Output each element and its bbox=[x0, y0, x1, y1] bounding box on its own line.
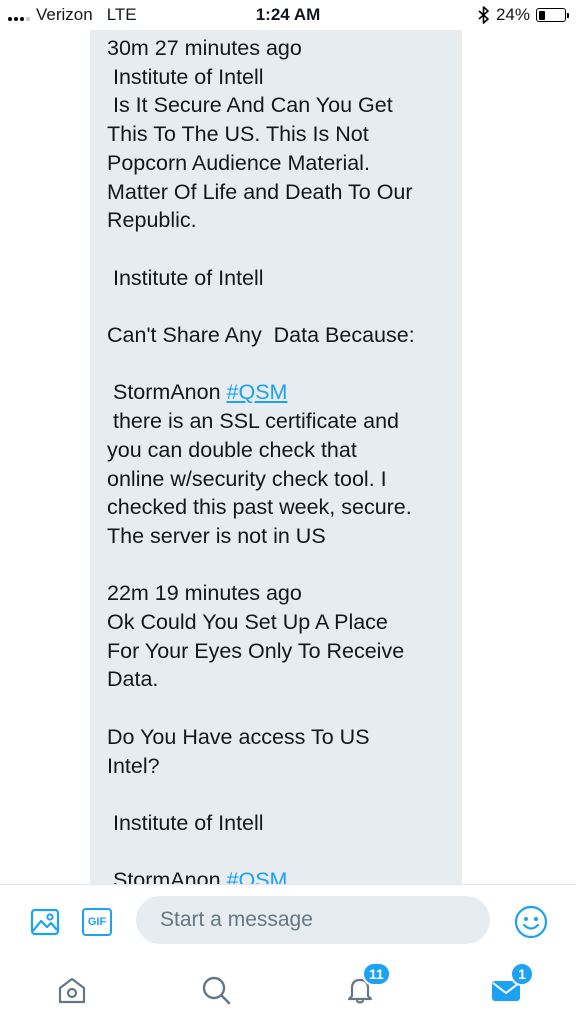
message-composer: GIF Start a message bbox=[0, 884, 576, 958]
message-paragraph: StormAnon #QSM there is an SSL certifica… bbox=[107, 378, 446, 550]
gif-icon: GIF bbox=[82, 908, 112, 936]
message-line: Do You Have access To US bbox=[107, 724, 370, 749]
message-thread[interactable]: 30m 27 minutes ago Institute of Intell I… bbox=[0, 30, 576, 886]
battery-fill bbox=[538, 10, 545, 20]
message-line: Institute of Intell bbox=[107, 265, 264, 290]
message-line: 30m 27 minutes ago bbox=[107, 36, 302, 60]
battery-percent: 24% bbox=[495, 5, 530, 24]
home-icon bbox=[58, 977, 86, 1004]
message-paragraph: Can't Share Any Data Because: bbox=[107, 321, 446, 350]
message-line: there is an SSL certificate and bbox=[107, 409, 400, 434]
notifications-badge: 11 bbox=[362, 962, 391, 986]
message-input-placeholder: Start a message bbox=[160, 908, 313, 931]
hashtag-link[interactable]: #QSM bbox=[227, 380, 288, 404]
message-bubble[interactable]: 30m 27 minutes ago Institute of Intell I… bbox=[90, 30, 462, 886]
message-line: Can't Share Any Data Because: bbox=[107, 323, 415, 347]
message-line: Popcorn Audience Material. bbox=[107, 150, 370, 175]
message-line: you can double check that bbox=[107, 437, 357, 462]
message-paragraph: 30m 27 minutes ago Institute of Intell I… bbox=[107, 34, 446, 235]
messages-badge: 1 bbox=[510, 962, 534, 986]
tab-home[interactable] bbox=[54, 972, 90, 1008]
battery-icon bbox=[536, 8, 569, 22]
message-line: Intel? bbox=[107, 753, 160, 778]
message-line: checked this past week, secure. bbox=[107, 495, 412, 520]
photo-icon[interactable] bbox=[28, 905, 62, 939]
gif-button[interactable]: GIF bbox=[80, 905, 114, 939]
message-line: online w/security check tool. I bbox=[107, 466, 387, 491]
search-icon bbox=[202, 976, 231, 1005]
tab-search[interactable] bbox=[198, 972, 234, 1008]
message-line: Data. bbox=[107, 667, 159, 692]
message-line: Matter Of Life and Death To Our bbox=[107, 179, 413, 204]
message-line: 22m 19 minutes ago bbox=[107, 581, 302, 606]
message-paragraph: 22m 19 minutes ago Ok Could You Set Up A … bbox=[107, 579, 446, 694]
message-input[interactable]: Start a message bbox=[136, 896, 490, 944]
message-line: For Your Eyes Only To Receive bbox=[107, 638, 405, 663]
message-line: The server is not in US bbox=[107, 523, 326, 548]
message-line: Is It Secure And Can You Get bbox=[107, 93, 393, 118]
status-right: 24% bbox=[478, 5, 569, 25]
tab-bar: 11 1 bbox=[0, 958, 576, 1024]
message-line: This To The US. This Is Not bbox=[107, 122, 369, 147]
status-bar: Verizon LTE 1:24 AM 24% bbox=[0, 0, 576, 30]
message-paragraph: Institute of Intell bbox=[107, 264, 446, 293]
message-line: Republic. bbox=[107, 208, 197, 233]
bluetooth-icon bbox=[478, 6, 489, 24]
emoji-icon[interactable] bbox=[512, 903, 550, 941]
message-line: Ok Could You Set Up A Place bbox=[107, 610, 388, 634]
message-author-prefix: StormAnon bbox=[107, 380, 227, 405]
message-paragraph: Institute of Intell bbox=[107, 809, 446, 838]
message-line: Institute of Intell bbox=[107, 64, 264, 89]
message-line: Institute of Intell bbox=[107, 810, 264, 835]
message-paragraph: Do You Have access To US Intel? bbox=[107, 723, 446, 780]
